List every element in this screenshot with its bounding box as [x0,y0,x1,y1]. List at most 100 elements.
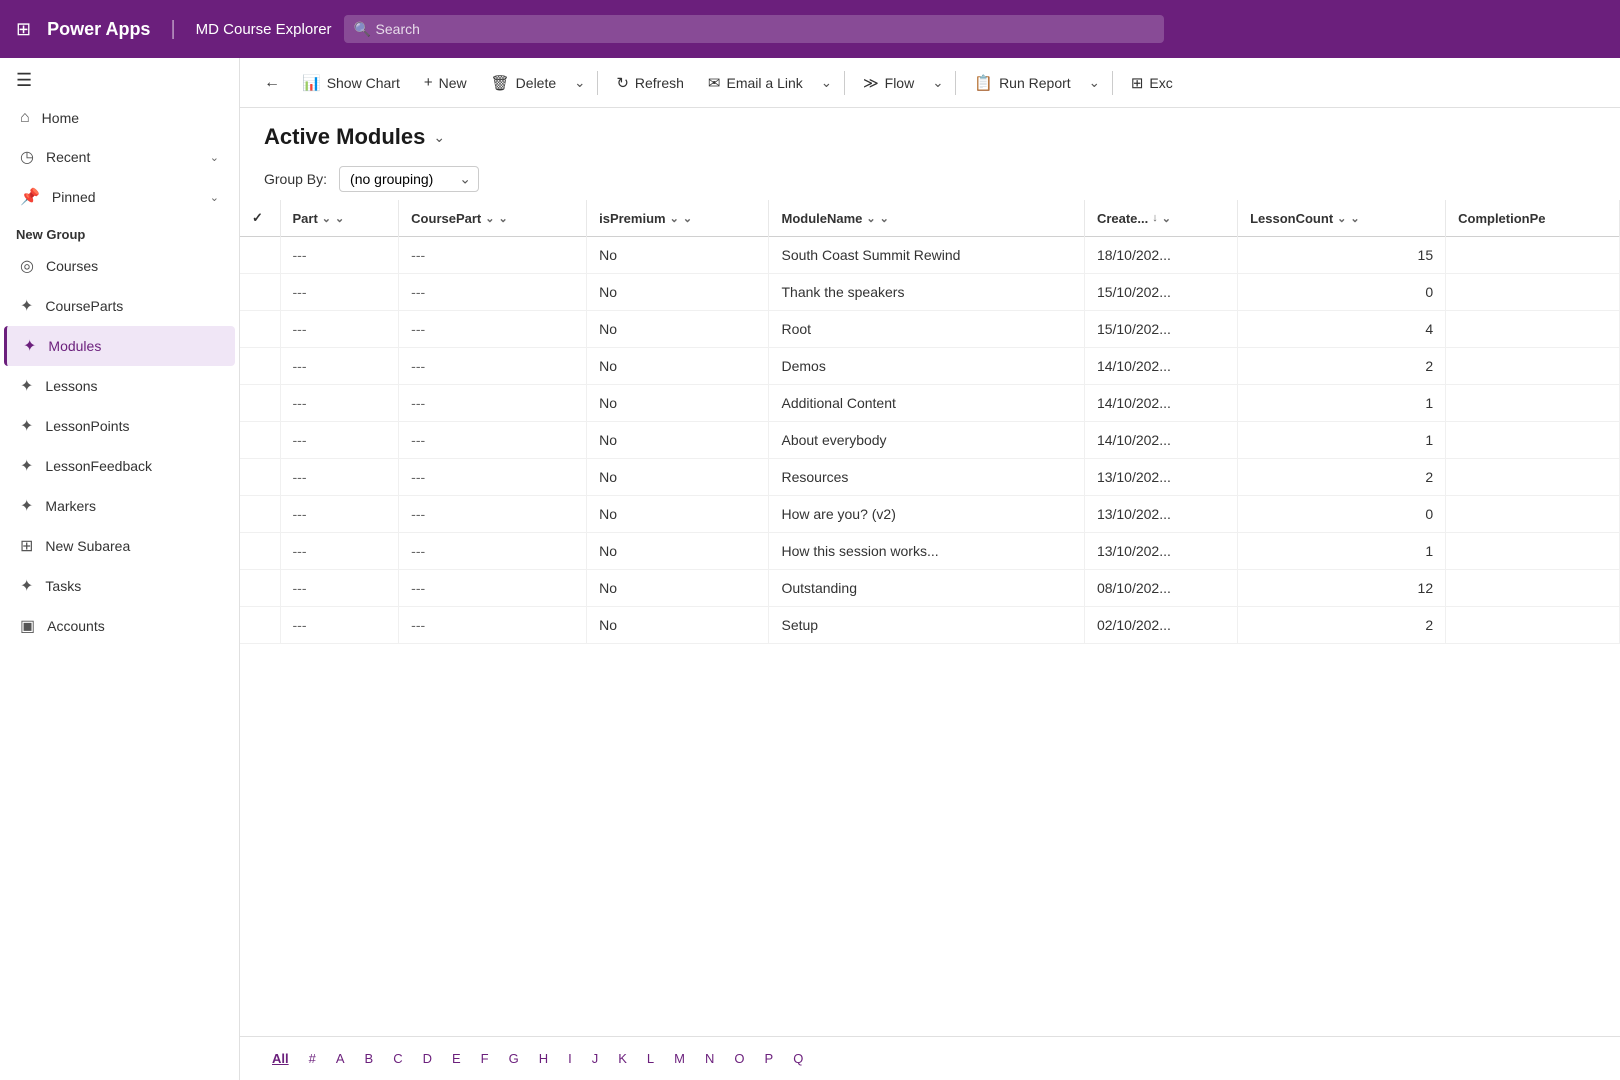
filter-icon[interactable]: ⌄ [1162,212,1171,225]
search-input[interactable] [344,15,1164,43]
page-letter-d[interactable]: D [415,1047,440,1070]
new-button[interactable]: + New [414,68,477,97]
page-letter-k[interactable]: K [610,1047,635,1070]
table-row[interactable]: --- --- No How are you? (v2) 13/10/202..… [240,496,1620,533]
page-title: Active Modules [264,124,425,150]
sidebar-item-markers[interactable]: ✦ Markers [4,486,235,526]
row-modulename[interactable]: Additional Content [769,385,1084,422]
new-label: New [439,75,467,91]
table-row[interactable]: --- --- No About everybody 14/10/202... … [240,422,1620,459]
sort-icon[interactable]: ⌄ [322,212,331,225]
table-row[interactable]: --- --- No Thank the speakers 15/10/202.… [240,274,1620,311]
page-letter-all[interactable]: All [264,1047,297,1070]
row-modulename[interactable]: Root [769,311,1084,348]
sort-icon[interactable]: ⌄ [670,212,679,225]
sidebar-item-newsubarea[interactable]: ⊞ New Subarea [4,526,235,566]
page-letter-n[interactable]: N [697,1047,722,1070]
filter-icon[interactable]: ⌄ [498,212,507,225]
page-letter-i[interactable]: I [560,1047,580,1070]
row-modulename[interactable]: South Coast Summit Rewind [769,237,1084,274]
row-completionpe [1446,570,1620,607]
table-row[interactable]: --- --- No Demos 14/10/202... 2 [240,348,1620,385]
sidebar-item-home[interactable]: ⌂ Home [4,99,235,137]
page-title-chevron-icon[interactable]: ⌄ [433,129,445,146]
accounts-icon: ▣ [20,616,35,636]
table-row[interactable]: --- --- No Resources 13/10/202... 2 [240,459,1620,496]
page-letter-g[interactable]: G [501,1047,527,1070]
sidebar-item-courses[interactable]: ◎ Courses [4,246,235,286]
page-letter-p[interactable]: P [757,1047,782,1070]
row-modulename[interactable]: Thank the speakers [769,274,1084,311]
sidebar-item-pinned[interactable]: 📌 Pinned ⌄ [4,177,235,217]
email-dropdown[interactable]: ⌄ [817,69,836,97]
filter-icon[interactable]: ⌄ [1350,212,1359,225]
row-modulename[interactable]: About everybody [769,422,1084,459]
sidebar-item-tasks[interactable]: ✦ Tasks [4,566,235,606]
sidebar-item-lessons[interactable]: ✦ Lessons [4,366,235,406]
page-letter-h[interactable]: H [531,1047,556,1070]
page-letter-f[interactable]: F [473,1047,497,1070]
row-part: --- [280,348,399,385]
sidebar-item-lessonpoints[interactable]: ✦ LessonPoints [4,406,235,446]
page-letter-o[interactable]: O [726,1047,752,1070]
row-modulename[interactable]: Demos [769,348,1084,385]
page-letter-#[interactable]: # [301,1047,324,1070]
table-row[interactable]: --- --- No South Coast Summit Rewind 18/… [240,237,1620,274]
row-modulename[interactable]: Resources [769,459,1084,496]
page-letter-a[interactable]: A [328,1047,353,1070]
row-modulename[interactable]: How are you? (v2) [769,496,1084,533]
row-part: --- [280,570,399,607]
show-chart-button[interactable]: 📊 Show Chart [292,68,410,98]
sidebar-item-label: CourseParts [45,298,219,314]
filter-icon[interactable]: ⌄ [335,212,344,225]
sidebar-item-label: Markers [45,498,219,514]
filter-icon[interactable]: ⌄ [880,212,889,225]
filter-icon[interactable]: ⌄ [683,212,692,225]
page-letter-j[interactable]: J [584,1047,607,1070]
back-button[interactable]: ← [256,68,288,98]
page-letter-e[interactable]: E [444,1047,469,1070]
waffle-icon[interactable]: ⊞ [16,19,31,40]
sort-icon[interactable]: ⌄ [1337,212,1346,225]
sidebar: ☰ ⌂ Home ◷ Recent ⌄ 📌 Pinned ⌄ New Group… [0,58,240,1080]
row-modulename[interactable]: Outstanding [769,570,1084,607]
delete-button[interactable]: 🗑 Delete [481,68,567,98]
main-layout: ☰ ⌂ Home ◷ Recent ⌄ 📌 Pinned ⌄ New Group… [0,58,1620,1080]
row-modulename[interactable]: How this session works... [769,533,1084,570]
sort-icon[interactable]: ⌄ [485,212,494,225]
row-coursepart: --- [399,533,587,570]
sidebar-item-modules[interactable]: ✦ Modules [4,326,235,366]
report-icon: 📋 [974,74,993,92]
flow-button[interactable]: ≫ Flow [853,68,924,98]
page-letter-l[interactable]: L [639,1047,662,1070]
sidebar-item-label: Pinned [52,189,198,205]
refresh-button[interactable]: ↻ Refresh [606,68,694,98]
group-by-select[interactable]: (no grouping) Part CoursePart isPremium … [339,166,479,192]
flow-icon: ≫ [863,74,879,92]
page-letter-c[interactable]: C [385,1047,410,1070]
table-row[interactable]: --- --- No Setup 02/10/202... 2 [240,607,1620,644]
run-report-button[interactable]: 📋 Run Report [964,68,1080,98]
excel-button[interactable]: ⊞ Exc [1121,68,1183,98]
sort-icon[interactable]: ⌄ [866,212,875,225]
table-row[interactable]: --- --- No How this session works... 13/… [240,533,1620,570]
table-row[interactable]: --- --- No Outstanding 08/10/202... 12 [240,570,1620,607]
page-letter-q[interactable]: Q [785,1047,811,1070]
email-link-button[interactable]: ✉ Email a Link [698,68,813,98]
sidebar-item-recent[interactable]: ◷ Recent ⌄ [4,137,235,177]
hamburger-icon[interactable]: ☰ [16,70,32,91]
flow-dropdown[interactable]: ⌄ [928,69,947,97]
sort-desc-icon[interactable]: ↓ [1152,212,1158,224]
sidebar-item-accounts[interactable]: ▣ Accounts [4,606,235,646]
row-modulename[interactable]: Setup [769,607,1084,644]
checkbox-icon[interactable]: ✓ [252,210,263,226]
page-letter-b[interactable]: B [357,1047,382,1070]
delete-dropdown[interactable]: ⌄ [570,69,589,97]
row-lessoncount: 4 [1238,311,1446,348]
page-letter-m[interactable]: M [666,1047,693,1070]
report-dropdown[interactable]: ⌄ [1085,69,1104,97]
table-row[interactable]: --- --- No Additional Content 14/10/202.… [240,385,1620,422]
sidebar-item-lessonfeedback[interactable]: ✦ LessonFeedback [4,446,235,486]
table-row[interactable]: --- --- No Root 15/10/202... 4 [240,311,1620,348]
sidebar-item-courseparts[interactable]: ✦ CourseParts [4,286,235,326]
